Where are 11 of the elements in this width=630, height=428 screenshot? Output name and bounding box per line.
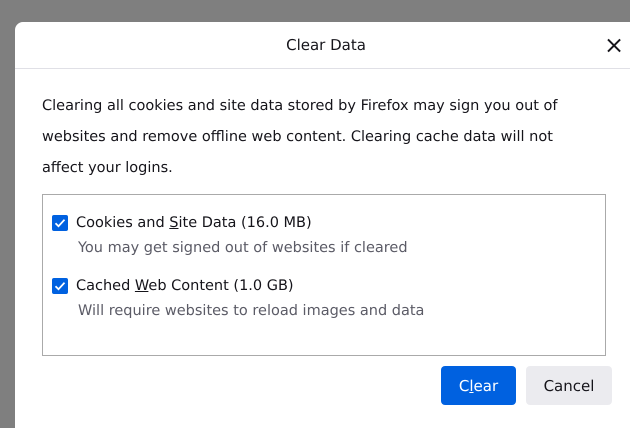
option-label[interactable]: Cookies and Site Data (16.0 MB): [76, 215, 312, 231]
option-hint: Will require websites to reload images and data: [78, 303, 426, 319]
checkbox[interactable]: [52, 215, 68, 231]
checkbox[interactable]: [52, 278, 68, 294]
dialog-title: Clear Data: [286, 36, 366, 54]
cancel-button[interactable]: Cancel: [526, 366, 612, 405]
description-text: Clearing all cookies and site data stored by Firefox may sign you out of websites and remove offline web content. Clearing cache data will not affect your logins.: [42, 97, 559, 178]
option-label[interactable]: Cached Web Content (1.0 GB): [76, 278, 294, 294]
option-hint: You may get signed out of websites if cleared: [78, 240, 409, 256]
close-button[interactable]: ×: [601, 32, 627, 58]
clear-button[interactable]: Clear: [441, 366, 516, 405]
